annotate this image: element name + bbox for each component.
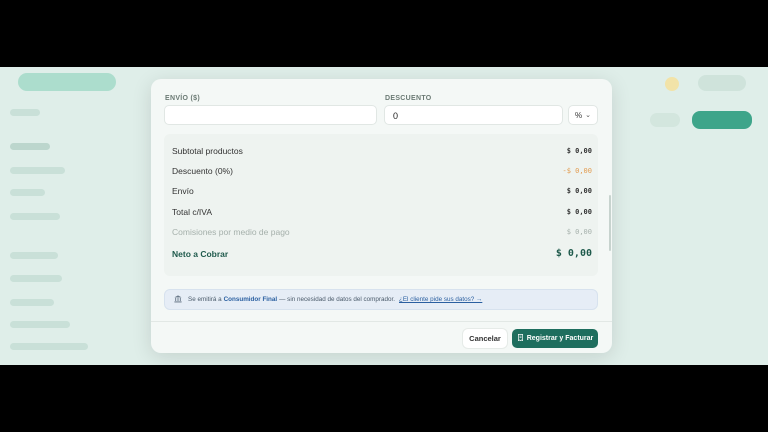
summary-row-discount: Descuento (0%) -$ 0,00 xyxy=(172,166,592,176)
sidebar-placeholder xyxy=(10,299,54,306)
discount-type-select[interactable]: % ⌄ xyxy=(568,105,598,125)
avatar xyxy=(665,77,679,91)
summary-row-net: Neto a Cobrar $ 0,00 xyxy=(172,248,592,259)
invoice-info-banner: Se emitirá a Consumidor Final — sin nece… xyxy=(164,289,598,310)
sidebar-placeholder xyxy=(10,189,45,196)
summary-row-value: $ 0,00 xyxy=(566,228,592,236)
register-invoice-button[interactable]: Registrar y Facturar xyxy=(512,329,598,348)
summary-row-shipping: Envío $ 0,00 xyxy=(172,186,592,196)
summary-row-label: Comisiones por medio de pago xyxy=(172,227,290,237)
shipping-input[interactable] xyxy=(164,105,377,125)
sidebar-placeholder xyxy=(10,275,62,282)
chevron-down-icon: ⌄ xyxy=(585,112,591,119)
secondary-action-placeholder xyxy=(650,113,680,127)
summary-row-label: Total c/IVA xyxy=(172,207,212,217)
footer-divider xyxy=(151,321,612,322)
summary-row-total: Total c/IVA $ 0,00 xyxy=(172,207,592,217)
summary-row-label: Subtotal productos xyxy=(172,146,243,156)
summary-row-fees: Comisiones por medio de pago $ 0,00 xyxy=(172,227,592,237)
app-logo xyxy=(18,73,116,91)
register-invoice-label: Registrar y Facturar xyxy=(526,335,594,342)
sidebar-placeholder xyxy=(10,321,70,328)
summary-row-value: $ 0,00 xyxy=(566,147,592,155)
summary-row-value: $ 0,00 xyxy=(566,208,592,216)
cancel-button[interactable]: Cancelar xyxy=(463,329,507,348)
info-prefix: Se emitirá a xyxy=(188,296,222,303)
receipt-icon xyxy=(517,334,524,343)
info-consumer-type: Consumidor Final xyxy=(223,296,278,303)
discount-type-value: % xyxy=(575,110,583,120)
sidebar-placeholder xyxy=(10,343,88,350)
summary-row-subtotal: Subtotal productos $ 0,00 xyxy=(172,146,592,156)
discount-label: DESCUENTO xyxy=(385,95,432,102)
modal-scrollbar[interactable] xyxy=(609,195,611,251)
shipping-label: ENVÍO ($) xyxy=(165,95,200,102)
net-label: Neto a Cobrar xyxy=(172,248,229,259)
bank-icon xyxy=(174,294,182,305)
sidebar-placeholder xyxy=(10,143,50,150)
user-menu-placeholder xyxy=(698,75,746,91)
net-value: $ 0,00 xyxy=(555,248,592,259)
discount-input[interactable]: 0 xyxy=(384,105,563,125)
summary-row-value: -$ 0,00 xyxy=(562,167,592,175)
sidebar-placeholder xyxy=(10,213,60,220)
sidebar-placeholder xyxy=(10,252,58,259)
summary-row-value: $ 0,00 xyxy=(566,187,592,195)
sidebar-placeholder xyxy=(10,109,40,116)
primary-action-placeholder xyxy=(692,111,752,129)
summary-row-label: Descuento (0%) xyxy=(172,166,233,176)
info-suffix: — sin necesidad de datos del comprador. xyxy=(279,296,396,303)
summary-row-label: Envío xyxy=(172,186,194,196)
client-data-link[interactable]: ¿El cliente pide sus datos? → xyxy=(399,296,482,303)
sidebar-placeholder xyxy=(10,167,65,174)
